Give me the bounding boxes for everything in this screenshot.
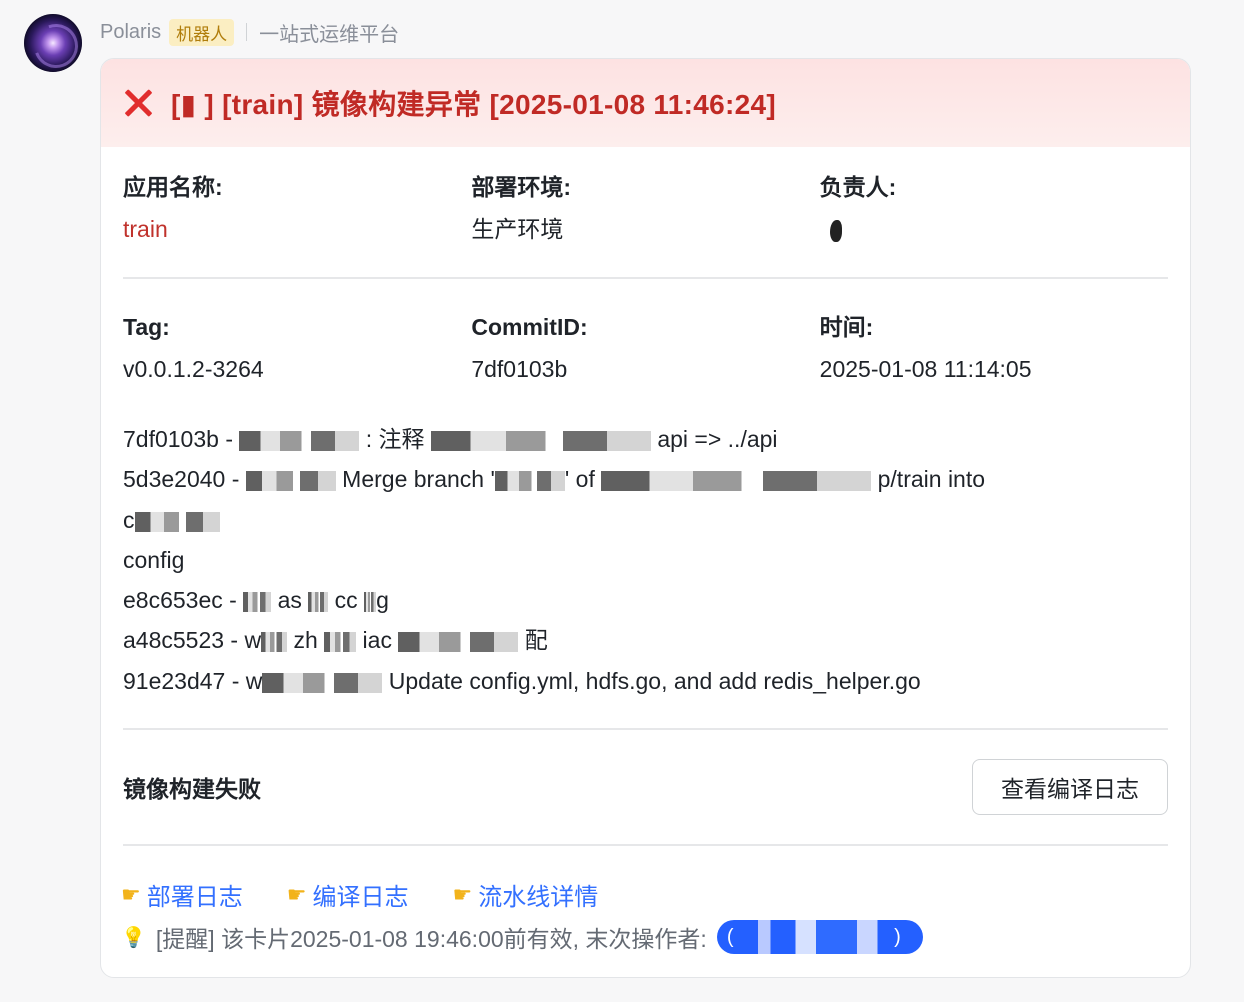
- reminder-text: [提醒] 该卡片2025-01-08 19:46:00前有效, 末次操作者:: [155, 926, 707, 952]
- operator-mention[interactable]: (): [716, 920, 923, 954]
- pointing-hand-icon: ☛: [452, 881, 473, 907]
- commit-line: 5d3e2040 - Merge branch ' ' of p/train in…: [123, 466, 986, 493]
- commit-list: 7df0103b - : 注释 api => ../api 5d3e2040 -…: [123, 419, 1168, 701]
- owner-avatar[interactable]: [829, 219, 842, 242]
- sender-subtitle: 一站式运维平台: [259, 23, 400, 46]
- card-title: [▮ ] [train] 镜像构建异常 [2025-01-08 11:46:24…: [171, 89, 776, 120]
- pointing-hand-icon: ☛: [121, 881, 141, 907]
- reminder-line: 💡 [提醒] 该卡片2025-01-08 19:46:00前有效, 末次操作者:…: [121, 919, 923, 955]
- view-build-log-button[interactable]: 查看编译日志: [972, 759, 1168, 815]
- field-value: [820, 211, 1168, 247]
- field-value: train: [123, 216, 168, 242]
- divider: [123, 277, 1168, 279]
- close-icon: [123, 88, 153, 118]
- commit-line: config: [123, 546, 185, 573]
- card-header: [▮ ] [train] 镜像构建异常 [2025-01-08 11:46:24…: [101, 59, 1190, 147]
- field-commit-id: CommitID: 7df0103b: [471, 311, 819, 387]
- link-row: ☛ 部署日志 ☛ 编译日志 ☛ 流水线详情: [121, 877, 598, 912]
- field-label: 时间:: [819, 314, 874, 340]
- commit-line: e8c653ec - as cc g: [123, 587, 389, 614]
- field-value: 2025-01-08 11:14:05: [819, 356, 1032, 382]
- bot-avatar[interactable]: [24, 14, 82, 72]
- field-label: 应用名称:: [123, 174, 223, 200]
- field-label: Tag:: [123, 314, 170, 340]
- divider: [123, 728, 1168, 730]
- message-card: [▮ ] [train] 镜像构建异常 [2025-01-08 11:46:24…: [100, 58, 1191, 978]
- bot-badge: 机器人: [169, 18, 235, 46]
- build-log-link[interactable]: ☛ 编译日志: [287, 877, 409, 912]
- field-label: 部署环境:: [471, 174, 571, 200]
- field-label: 负责人:: [819, 174, 897, 200]
- deploy-log-link[interactable]: ☛ 部署日志: [121, 877, 243, 912]
- divider: [123, 844, 1168, 846]
- sender-line: Polaris 机器人 一站式运维平台: [100, 18, 399, 46]
- commit-line: c: [123, 500, 1168, 540]
- commit-line: 91e23d47 - w Update config.yml, hdfs.go,…: [123, 667, 921, 694]
- field-tag: Tag: v0.0.1.2-3264: [123, 311, 471, 387]
- field-app-name: 应用名称: train: [123, 171, 471, 247]
- sender-name[interactable]: Polaris: [100, 21, 161, 44]
- pointing-hand-icon: ☛: [286, 881, 307, 907]
- field-env: 部署环境: 生产环境: [471, 171, 819, 247]
- field-value: 生产环境: [471, 216, 564, 242]
- field-value: v0.0.1.2-3264: [123, 356, 264, 382]
- lightbulb-icon: 💡: [121, 926, 146, 949]
- commit-line: 7df0103b - : 注释 api => ../api: [123, 426, 778, 452]
- field-owner: 负责人:: [820, 171, 1168, 247]
- failure-label: 镜像构建失败: [123, 776, 261, 802]
- field-value: 7df0103b: [471, 356, 568, 382]
- divider: [246, 23, 248, 41]
- field-time: 时间: 2025-01-08 11:14:05: [820, 311, 1168, 387]
- info-row-2: Tag: v0.0.1.2-3264 CommitID: 7df0103b 时间…: [123, 311, 1168, 387]
- build-failure-row: 镜像构建失败 查看编译日志: [123, 759, 1168, 815]
- commit-line: a48c5523 - w zh iac 配: [123, 627, 548, 654]
- pipeline-detail-link[interactable]: ☛ 流水线详情: [452, 877, 598, 912]
- field-label: CommitID:: [471, 314, 588, 340]
- info-row-1: 应用名称: train 部署环境: 生产环境 负责人:: [123, 171, 1168, 247]
